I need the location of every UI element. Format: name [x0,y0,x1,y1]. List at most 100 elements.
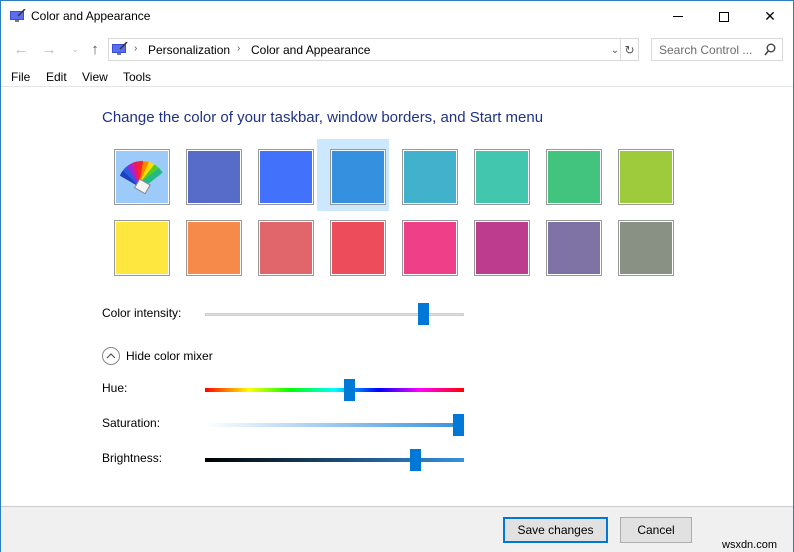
menu-bar: File Edit View Tools [1,67,793,87]
swatch-color [187,150,241,204]
swatch-color [115,221,169,275]
hide-color-mixer-label: Hide color mixer [126,349,213,363]
maximize-icon [719,11,729,22]
color-appearance-window: Color and Appearance ✕ ← → ⌄ ↑ › Persona… [0,0,794,552]
color-swatch-sea[interactable] [317,139,389,211]
color-swatch-blush[interactable] [101,210,173,282]
cancel-button[interactable]: Cancel [620,517,692,543]
refresh-icon: ↻ [624,42,635,57]
watermark-text: wsxdn.com [722,539,778,551]
color-swatch-chocolate[interactable] [461,210,533,282]
hue-thumb[interactable] [344,379,356,401]
swatch-color [475,221,529,275]
menu-tools[interactable]: Tools [123,70,151,84]
color-swatch-sky[interactable] [173,139,245,211]
color-swatch-slate[interactable] [533,210,605,282]
hue-slider[interactable] [205,379,464,401]
address-bar[interactable]: › Personalization › Color and Appearance… [108,38,621,61]
display-personalization-icon [10,9,26,22]
back-button[interactable]: ← [11,38,31,60]
close-button[interactable]: ✕ [747,1,793,32]
brightness-track [205,458,464,462]
saturation-slider[interactable] [205,414,464,436]
intensity-thumb[interactable] [417,303,429,325]
swatch-frame [258,149,314,205]
swatch-color [115,150,169,204]
breadcrumb-personalization[interactable]: Personalization [148,43,230,57]
swatch-frame [114,149,170,205]
color-swatch-leaf[interactable] [389,139,461,211]
page-heading: Change the color of your taskbar, window… [102,109,544,126]
menu-file[interactable]: File [11,70,30,84]
brightness-label: Brightness: [102,451,163,465]
color-swatch-twilight[interactable] [245,139,317,211]
menu-edit[interactable]: Edit [46,70,67,84]
arrow-right-icon: → [41,40,57,58]
swatch-color [475,150,529,204]
display-personalization-icon [112,42,128,55]
swatch-frame [330,149,386,205]
color-swatch-taupe[interactable] [389,210,461,282]
swatch-color [547,221,601,275]
color-swatch-rose[interactable] [173,210,245,282]
search-box[interactable] [651,38,783,61]
saturation-track [205,423,464,427]
color-intensity-slider[interactable] [205,303,464,325]
swatch-color [331,221,385,275]
swatch-color [547,150,601,204]
color-swatch-pumpkin[interactable] [605,139,677,211]
swatch-frame [186,149,242,205]
swatch-color [259,150,313,204]
swatch-color [619,150,673,204]
recent-locations-button[interactable]: ⌄ [65,38,85,60]
color-intensity-label: Color intensity: [102,306,182,320]
breadcrumb-color-appearance[interactable]: Color and Appearance [251,43,370,57]
swatch-color [187,221,241,275]
search-icon[interactable] [764,43,776,57]
search-input[interactable] [652,39,762,60]
color-swatch-sun[interactable] [533,139,605,211]
breadcrumb-separator-icon[interactable]: › [237,43,240,54]
save-changes-button[interactable]: Save changes [503,517,608,543]
swatch-frame [258,220,314,276]
swatch-color [403,221,457,275]
arrow-up-icon: ↑ [91,40,99,58]
brightness-thumb[interactable] [409,449,421,471]
title-bar: Color and Appearance ✕ [1,1,793,32]
navigation-bar: ← → ⌄ ↑ › Personalization › Color and Ap… [1,36,793,62]
color-swatch-lavender[interactable] [317,210,389,282]
swatch-frame [474,149,530,205]
refresh-button[interactable]: ↻ [621,38,639,61]
close-icon: ✕ [764,8,776,24]
saturation-thumb[interactable] [453,414,464,436]
minimize-icon [673,16,683,17]
window-title: Color and Appearance [31,9,151,23]
hide-color-mixer-toggle[interactable]: Hide color mixer [102,347,213,365]
menu-view[interactable]: View [82,70,108,84]
color-swatch-frost[interactable] [605,210,677,282]
swatch-frame [546,149,602,205]
maximize-button[interactable] [701,1,747,32]
breadcrumb-separator-icon[interactable]: › [134,43,137,54]
hue-label: Hue: [102,381,128,395]
content-area: Change the color of your taskbar, window… [1,88,793,506]
forward-button[interactable]: → [39,38,59,60]
swatch-color [331,150,385,204]
color-swatch-violet[interactable] [245,210,317,282]
address-dropdown-button[interactable]: ⌄ [608,42,622,58]
swatch-color [403,150,457,204]
chevron-down-icon: ⌄ [71,43,79,54]
color-swatch-automatic[interactable] [101,139,173,211]
swatch-frame [618,149,674,205]
swatch-color [259,221,313,275]
color-swatch-lime[interactable] [461,139,533,211]
minimize-button[interactable] [655,1,701,32]
footer-bar: Save changes Cancel wsxdn.com [1,506,793,552]
swatch-frame [186,220,242,276]
up-button[interactable]: ↑ [85,38,105,60]
swatch-color [619,221,673,275]
brightness-slider[interactable] [205,449,464,471]
arrow-left-icon: ← [13,40,29,58]
chevron-down-icon: ⌄ [610,44,620,56]
hue-track [205,388,464,392]
